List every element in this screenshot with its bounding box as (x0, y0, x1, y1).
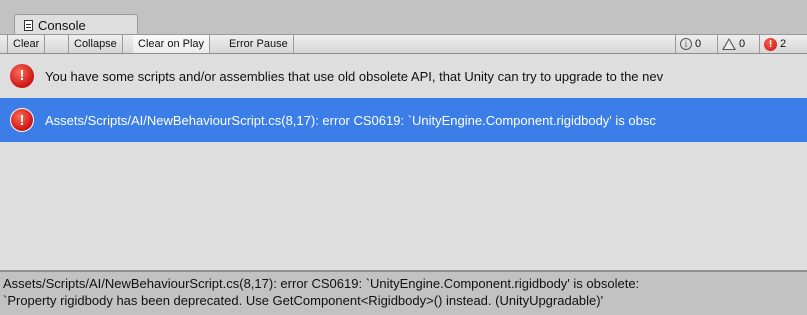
error-icon: ! (10, 108, 34, 132)
info-count: 0 (695, 38, 702, 50)
toolbar-left-spacer (0, 35, 8, 53)
tab-strip: Console (0, 0, 807, 35)
detail-line-2: `Property rigidbody has been deprecated.… (3, 293, 604, 308)
warning-icon (722, 38, 736, 50)
error-icon: ! (764, 37, 777, 51)
tab-console-label: Console (38, 17, 86, 33)
log-entry-message: You have some scripts and/or assemblies … (45, 68, 664, 84)
warning-filter-toggle[interactable]: 0 (717, 35, 759, 53)
log-entry[interactable]: ! You have some scripts and/or assemblie… (0, 54, 807, 98)
error-pause-toggle[interactable]: Error Pause (224, 35, 294, 53)
log-list[interactable]: ! You have some scripts and/or assemblie… (0, 54, 807, 270)
console-toolbar: Clear Collapse Clear on Play Error Pause… (0, 34, 807, 54)
toolbar-spacer (61, 35, 69, 53)
log-entry-selected[interactable]: ! Assets/Scripts/AI/NewBehaviourScript.c… (0, 98, 807, 142)
clear-on-play-toggle[interactable]: Clear on Play (133, 35, 211, 53)
log-entry-message: Assets/Scripts/AI/NewBehaviourScript.cs(… (45, 112, 656, 128)
error-count: 2 (780, 38, 787, 50)
console-window: Console Clear Collapse Clear on Play Err… (0, 0, 807, 315)
info-icon: i (680, 38, 692, 50)
tab-console[interactable]: Console (14, 14, 138, 35)
error-icon: ! (10, 64, 34, 88)
warning-count: 0 (739, 38, 746, 50)
console-window-icon (24, 19, 33, 31)
collapse-toggle[interactable]: Collapse (69, 35, 123, 53)
clear-button[interactable]: Clear (8, 35, 46, 53)
log-detail-pane[interactable]: Assets/Scripts/AI/NewBehaviourScript.cs(… (0, 272, 807, 315)
error-filter-toggle[interactable]: ! 2 (759, 35, 807, 53)
detail-line-1: Assets/Scripts/AI/NewBehaviourScript.cs(… (3, 276, 640, 291)
info-filter-toggle[interactable]: i 0 (675, 35, 717, 53)
